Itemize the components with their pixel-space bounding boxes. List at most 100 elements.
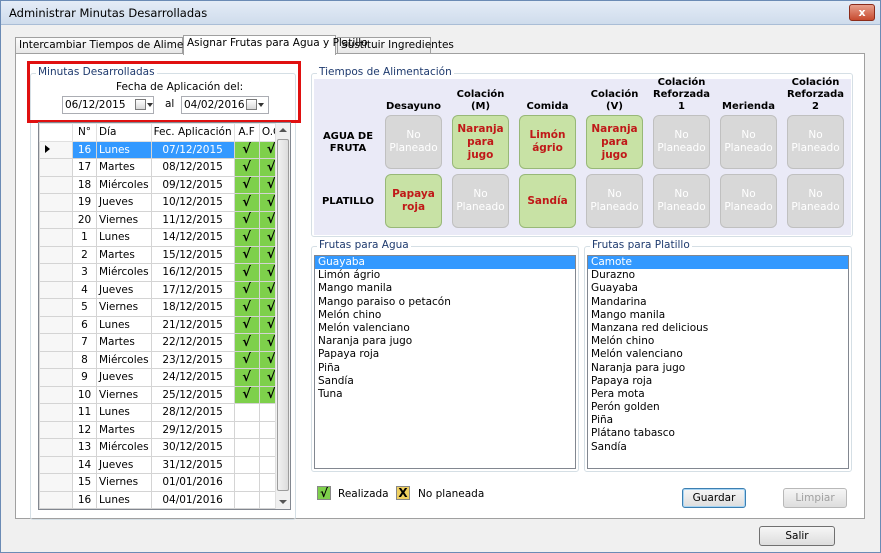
cell-dia: Lunes bbox=[96, 140, 152, 159]
agua-cell[interactable]: No Planeado bbox=[653, 115, 710, 169]
col-header-n[interactable]: N° bbox=[72, 123, 97, 142]
tiempo-column-label: Colación Reforzada 1 bbox=[652, 77, 711, 112]
list-item[interactable]: Melón chino bbox=[588, 335, 848, 348]
list-item[interactable]: Naranja para jugo bbox=[588, 362, 848, 375]
frutas-platillo-title: Frutas para Platillo bbox=[590, 239, 692, 251]
platillo-cell[interactable]: No Planeado bbox=[787, 174, 844, 228]
list-item[interactable]: Mango manila bbox=[588, 309, 848, 322]
agua-cell[interactable]: Naranja para jugo bbox=[586, 115, 643, 169]
list-item[interactable]: Camote bbox=[588, 256, 848, 270]
row-indicator bbox=[39, 455, 73, 474]
close-button[interactable]: x bbox=[849, 4, 875, 21]
frutas-platillo-list[interactable]: Camote Durazno Guayaba Mandarina Mango manil… bbox=[587, 255, 849, 469]
cell-n: 3 bbox=[72, 263, 97, 282]
table-row[interactable]: 8 Miércoles 23/12/2015 √ √ bbox=[39, 350, 284, 369]
row-indicator bbox=[39, 175, 73, 194]
col-header-dia[interactable]: Día bbox=[96, 123, 152, 142]
table-row[interactable]: 10 Viernes 25/12/2015 √ √ bbox=[39, 385, 284, 404]
platillo-cell[interactable]: Papaya roja bbox=[385, 174, 442, 228]
cell-n: 14 bbox=[72, 455, 97, 474]
tab-asignar-frutas[interactable]: Asignar Frutas para Agua y Platillo bbox=[183, 35, 368, 55]
scroll-thumb[interactable] bbox=[277, 139, 289, 491]
scroll-up-icon[interactable] bbox=[279, 128, 287, 132]
list-item[interactable]: Mango manila bbox=[315, 282, 575, 295]
platillo-cell[interactable]: Sandía bbox=[519, 174, 576, 228]
list-item[interactable]: Papaya roja bbox=[315, 348, 575, 361]
row-indicator bbox=[39, 473, 73, 492]
scroll-down-icon[interactable] bbox=[279, 500, 287, 504]
guardar-button[interactable]: Guardar bbox=[682, 488, 746, 508]
table-row[interactable]: 15 Viernes 01/01/2016 bbox=[39, 473, 284, 492]
list-item[interactable]: Pera mota bbox=[588, 388, 848, 401]
table-row[interactable]: 4 Jueves 17/12/2015 √ √ bbox=[39, 280, 284, 299]
table-row[interactable]: 2 Martes 15/12/2015 √ √ bbox=[39, 245, 284, 264]
row-indicator bbox=[39, 315, 73, 334]
list-item[interactable]: Mandarina bbox=[588, 296, 848, 309]
list-item[interactable]: Piña bbox=[588, 414, 848, 427]
table-row[interactable]: 16 Lunes 04/01/2016 bbox=[39, 490, 284, 509]
table-row[interactable]: 3 Miércoles 16/12/2015 √ √ bbox=[39, 263, 284, 282]
list-item[interactable]: Melón valenciano bbox=[315, 322, 575, 335]
list-item[interactable]: Papaya roja bbox=[588, 375, 848, 388]
agua-cell[interactable]: Limón ágrio bbox=[519, 115, 576, 169]
agua-cell[interactable]: No Planeado bbox=[787, 115, 844, 169]
agua-cell[interactable]: Naranja para jugo bbox=[452, 115, 509, 169]
list-item[interactable]: Melón chino bbox=[315, 309, 575, 322]
platillo-cell[interactable]: No Planeado bbox=[720, 174, 777, 228]
cell-af: √ bbox=[233, 315, 260, 334]
table-row[interactable]: 7 Martes 22/12/2015 √ √ bbox=[39, 333, 284, 352]
tiempo-column-label: Desayuno bbox=[385, 101, 442, 112]
list-item[interactable]: Manzana red delicious bbox=[588, 322, 848, 335]
list-item[interactable]: Durazno bbox=[588, 269, 848, 282]
minutas-grid[interactable]: N° Día Fec. Aplicación A.F O.C 16 Lunes 07… bbox=[38, 122, 291, 510]
list-item[interactable]: Mango paraiso o petacón bbox=[315, 296, 575, 309]
table-row[interactable]: 5 Viernes 18/12/2015 √ √ bbox=[39, 298, 284, 317]
no-planeada-label: No planeada bbox=[418, 488, 485, 500]
cell-af: √ bbox=[233, 350, 260, 369]
row-indicator bbox=[39, 333, 73, 352]
col-header-af[interactable]: A.F bbox=[233, 123, 260, 142]
table-row[interactable]: 1 Lunes 14/12/2015 √ √ bbox=[39, 228, 284, 247]
salir-button[interactable]: Salir bbox=[759, 526, 835, 546]
list-item[interactable]: Naranja para jugo bbox=[315, 335, 575, 348]
list-item[interactable]: Plátano tabasco bbox=[588, 427, 848, 440]
row-indicator bbox=[39, 350, 73, 369]
tab-intercambiar-tiempos[interactable]: Intercambiar Tiempos de Alimentación bbox=[15, 37, 222, 54]
table-row[interactable]: 14 Jueves 31/12/2015 bbox=[39, 455, 284, 474]
list-item[interactable]: Sandía bbox=[315, 375, 575, 388]
list-item[interactable]: Melón valenciano bbox=[588, 348, 848, 361]
table-row[interactable]: 18 Miércoles 09/12/2015 √ √ bbox=[39, 175, 284, 194]
table-row[interactable]: 19 Jueves 10/12/2015 √ √ bbox=[39, 193, 284, 212]
list-item[interactable]: Limón ágrio bbox=[315, 269, 575, 282]
list-item[interactable]: Perón golden bbox=[588, 401, 848, 414]
list-item[interactable]: Guayaba bbox=[588, 282, 848, 295]
cell-n: 19 bbox=[72, 193, 97, 212]
table-row[interactable]: 6 Lunes 21/12/2015 √ √ bbox=[39, 315, 284, 334]
table-row[interactable]: 16 Lunes 07/12/2015 √ √ bbox=[39, 140, 284, 159]
list-item[interactable]: Guayaba bbox=[315, 256, 575, 270]
platillo-cell[interactable]: No Planeado bbox=[653, 174, 710, 228]
limpiar-button[interactable]: Limpiar bbox=[783, 488, 847, 508]
platillo-cell[interactable]: No Planeado bbox=[586, 174, 643, 228]
cell-n: 16 bbox=[72, 490, 97, 509]
platillo-cell[interactable]: No Planeado bbox=[452, 174, 509, 228]
table-row[interactable]: 13 Miércoles 30/12/2015 bbox=[39, 438, 284, 457]
list-item[interactable]: Piña bbox=[315, 362, 575, 375]
table-row[interactable]: 20 Viernes 11/12/2015 √ √ bbox=[39, 210, 284, 229]
table-row[interactable]: 11 Lunes 28/12/2015 bbox=[39, 403, 284, 422]
agua-cell[interactable]: No Planeado bbox=[385, 115, 442, 169]
cell-fecha: 22/12/2015 bbox=[150, 333, 235, 352]
list-item[interactable]: Sandía bbox=[588, 441, 848, 454]
table-row[interactable]: 12 Martes 29/12/2015 bbox=[39, 420, 284, 439]
grid-scrollbar[interactable] bbox=[275, 123, 290, 509]
cell-dia: Miércoles bbox=[96, 175, 152, 194]
frutas-agua-list[interactable]: Guayaba Limón ágrio Mango manila Mango para… bbox=[314, 255, 576, 469]
agua-cell[interactable]: No Planeado bbox=[720, 115, 777, 169]
table-row[interactable]: 17 Martes 08/12/2015 √ √ bbox=[39, 158, 284, 177]
table-row[interactable]: 9 Jueves 24/12/2015 √ √ bbox=[39, 368, 284, 387]
cell-n: 6 bbox=[72, 315, 97, 334]
col-header-fecha[interactable]: Fec. Aplicación bbox=[150, 123, 235, 142]
list-item[interactable]: Tuna bbox=[315, 388, 575, 401]
table-row[interactable]: 17Martes05/01/2016 bbox=[39, 508, 284, 509]
main-window: Administrar Minutas Desarrolladas x Inte… bbox=[0, 0, 881, 553]
